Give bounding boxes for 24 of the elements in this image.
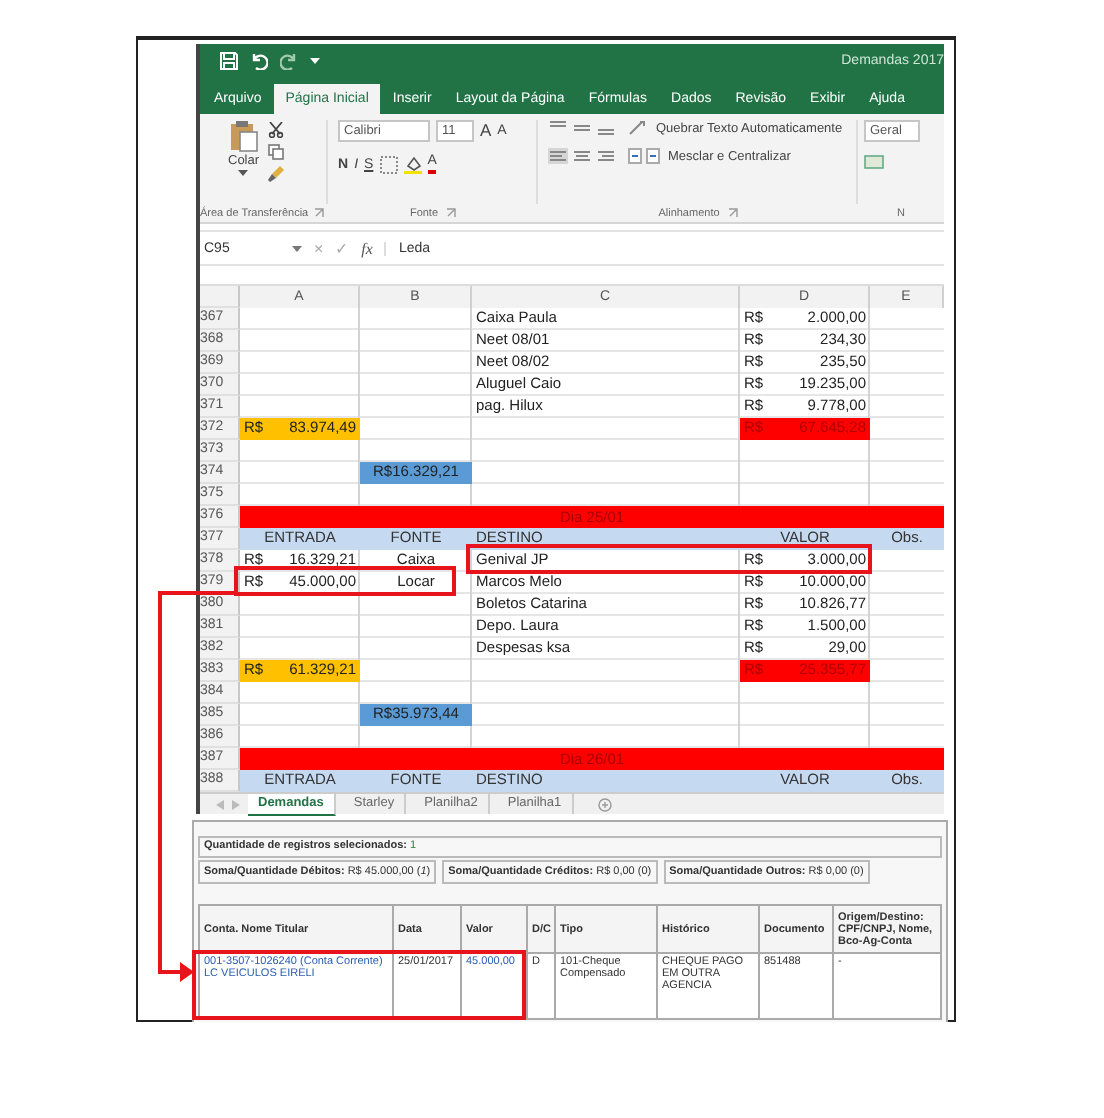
scissors-icon[interactable] bbox=[267, 122, 284, 138]
grow-font-button[interactable]: A bbox=[480, 122, 492, 140]
redo-icon[interactable] bbox=[280, 52, 298, 70]
save-icon[interactable] bbox=[220, 52, 238, 70]
caret-icon[interactable] bbox=[238, 170, 249, 176]
align-icon[interactable] bbox=[548, 148, 620, 164]
align-icon[interactable] bbox=[548, 120, 620, 136]
dropdown-icon[interactable] bbox=[310, 57, 320, 65]
border-icon[interactable] bbox=[379, 155, 398, 173]
orientation-icon[interactable] bbox=[628, 120, 648, 136]
fill-bucket-icon[interactable] bbox=[403, 155, 422, 173]
launcher-icon[interactable] bbox=[314, 208, 325, 218]
insert-function-button[interactable]: fx bbox=[361, 239, 373, 257]
clipboard-icon[interactable] bbox=[229, 120, 258, 152]
launcher-icon[interactable] bbox=[727, 208, 738, 218]
brush-icon[interactable] bbox=[267, 166, 284, 182]
copy-icon[interactable] bbox=[267, 144, 284, 160]
scroll-left-icon[interactable] bbox=[216, 799, 224, 809]
launcher-icon[interactable] bbox=[446, 208, 457, 218]
caret-icon[interactable] bbox=[292, 245, 302, 251]
add-sheet-icon[interactable] bbox=[597, 797, 612, 811]
scroll-right-icon[interactable] bbox=[232, 799, 240, 809]
indent-icon[interactable] bbox=[628, 148, 660, 164]
undo-icon[interactable] bbox=[250, 52, 268, 70]
